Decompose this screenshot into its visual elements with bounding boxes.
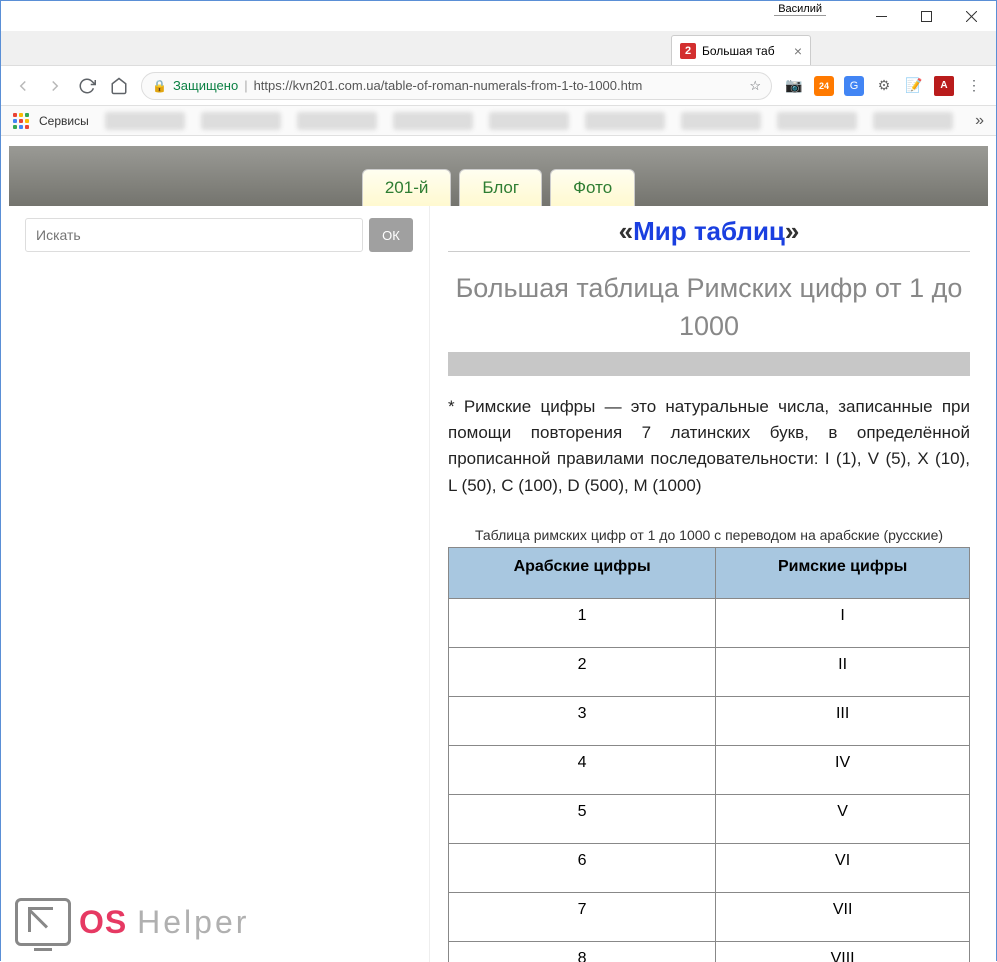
search-button[interactable]: ОК [369, 218, 413, 252]
ext-badge-icon[interactable]: 24 [814, 76, 834, 96]
apps-label[interactable]: Сервисы [39, 114, 89, 128]
sidebar: ОК [9, 206, 429, 962]
bookmark-item[interactable] [585, 112, 665, 130]
profile-name: Василий [774, 3, 826, 16]
cell-arabic: 4 [449, 745, 716, 794]
window-titlebar [1, 1, 996, 31]
tab-title: Большая таб [702, 44, 788, 58]
table-row: 8VIII [449, 941, 970, 962]
intro-text: * Римские цифры — это натуральные числа,… [448, 394, 970, 499]
bookmark-item[interactable] [489, 112, 569, 130]
table-row: 3III [449, 696, 970, 745]
bookmark-item[interactable] [297, 112, 377, 130]
url-field[interactable]: 🔒 Защищено | https://kvn201.com.ua/table… [141, 72, 772, 100]
home-button[interactable] [109, 76, 129, 96]
col-arabic: Арабские цифры [449, 547, 716, 598]
cell-arabic: 6 [449, 843, 716, 892]
bookmarks-bar: Сервисы » [1, 106, 996, 136]
section-title: «Мир таблиц» [448, 216, 970, 247]
lock-icon: 🔒 [152, 79, 167, 93]
translate-icon[interactable]: G [844, 76, 864, 96]
site-nav-tabs: 201-й Блог Фото [362, 169, 635, 206]
bookmarks-overflow-icon[interactable]: » [975, 112, 984, 130]
tab-favicon: 2 [680, 43, 696, 59]
cell-roman: II [716, 647, 970, 696]
cell-arabic: 1 [449, 598, 716, 647]
numerals-table: Арабские цифры Римские цифры 1I2II3III4I… [448, 547, 970, 962]
divider [448, 251, 970, 252]
page-title: Большая таблица Римских цифр от 1 до 100… [448, 270, 970, 346]
bookmark-item[interactable] [393, 112, 473, 130]
ext-gear-icon[interactable]: ⚙ [874, 76, 894, 96]
bookmark-item[interactable] [105, 112, 185, 130]
table-row: 2II [449, 647, 970, 696]
section-link[interactable]: Мир таблиц [633, 216, 785, 246]
address-bar: 🔒 Защищено | https://kvn201.com.ua/table… [1, 66, 996, 106]
cell-arabic: 8 [449, 941, 716, 962]
site-tab-blog[interactable]: Блог [459, 169, 542, 206]
cell-arabic: 2 [449, 647, 716, 696]
cell-roman: VIII [716, 941, 970, 962]
table-caption: Таблица римских цифр от 1 до 1000 с пере… [448, 527, 970, 543]
bookmark-item[interactable] [873, 112, 953, 130]
search-input[interactable] [25, 218, 363, 252]
header-band: 201-й Блог Фото [9, 146, 988, 206]
cell-arabic: 7 [449, 892, 716, 941]
tab-close-icon[interactable]: × [794, 43, 802, 59]
apps-icon[interactable] [13, 113, 29, 129]
table-row: 1I [449, 598, 970, 647]
bookmark-star-icon[interactable]: ☆ [749, 78, 761, 94]
url-text: https://kvn201.com.ua/table-of-roman-num… [254, 78, 643, 93]
page-viewport[interactable]: 201-й Блог Фото ОК «Мир таблиц» Большая … [1, 136, 996, 962]
cell-roman: III [716, 696, 970, 745]
site-tab-photo[interactable]: Фото [550, 169, 635, 206]
cell-roman: VI [716, 843, 970, 892]
close-button[interactable] [949, 2, 994, 30]
cell-arabic: 5 [449, 794, 716, 843]
forward-button[interactable] [45, 76, 65, 96]
browser-tab[interactable]: 2 Большая таб × [671, 35, 811, 65]
cell-arabic: 3 [449, 696, 716, 745]
site-tab-201[interactable]: 201-й [362, 169, 452, 206]
url-divider: | [244, 78, 247, 93]
cell-roman: IV [716, 745, 970, 794]
table-row: 7VII [449, 892, 970, 941]
cell-roman: VII [716, 892, 970, 941]
menu-icon[interactable]: ⋮ [964, 76, 984, 96]
extension-icons: 📷 24 G ⚙ 📝 A ⋮ [784, 76, 984, 96]
tab-strip: 2 Большая таб × [1, 31, 996, 66]
cell-roman: I [716, 598, 970, 647]
table-row: 4IV [449, 745, 970, 794]
table-row: 6VI [449, 843, 970, 892]
section-quote-open: « [619, 216, 633, 246]
pdf-icon[interactable]: A [934, 76, 954, 96]
ad-placeholder [448, 352, 970, 376]
table-row: 5V [449, 794, 970, 843]
cell-roman: V [716, 794, 970, 843]
reload-button[interactable] [77, 76, 97, 96]
secure-label: Защищено [173, 78, 238, 93]
bookmark-item[interactable] [201, 112, 281, 130]
section-quote-close: » [785, 216, 799, 246]
minimize-button[interactable] [859, 2, 904, 30]
bookmark-item[interactable] [681, 112, 761, 130]
ext-notes-icon[interactable]: 📝 [904, 76, 924, 96]
maximize-button[interactable] [904, 2, 949, 30]
col-roman: Римские цифры [716, 547, 970, 598]
back-button[interactable] [13, 76, 33, 96]
camera-icon[interactable]: 📷 [784, 76, 804, 96]
main-content: «Мир таблиц» Большая таблица Римских циф… [429, 206, 988, 962]
bookmark-item[interactable] [777, 112, 857, 130]
